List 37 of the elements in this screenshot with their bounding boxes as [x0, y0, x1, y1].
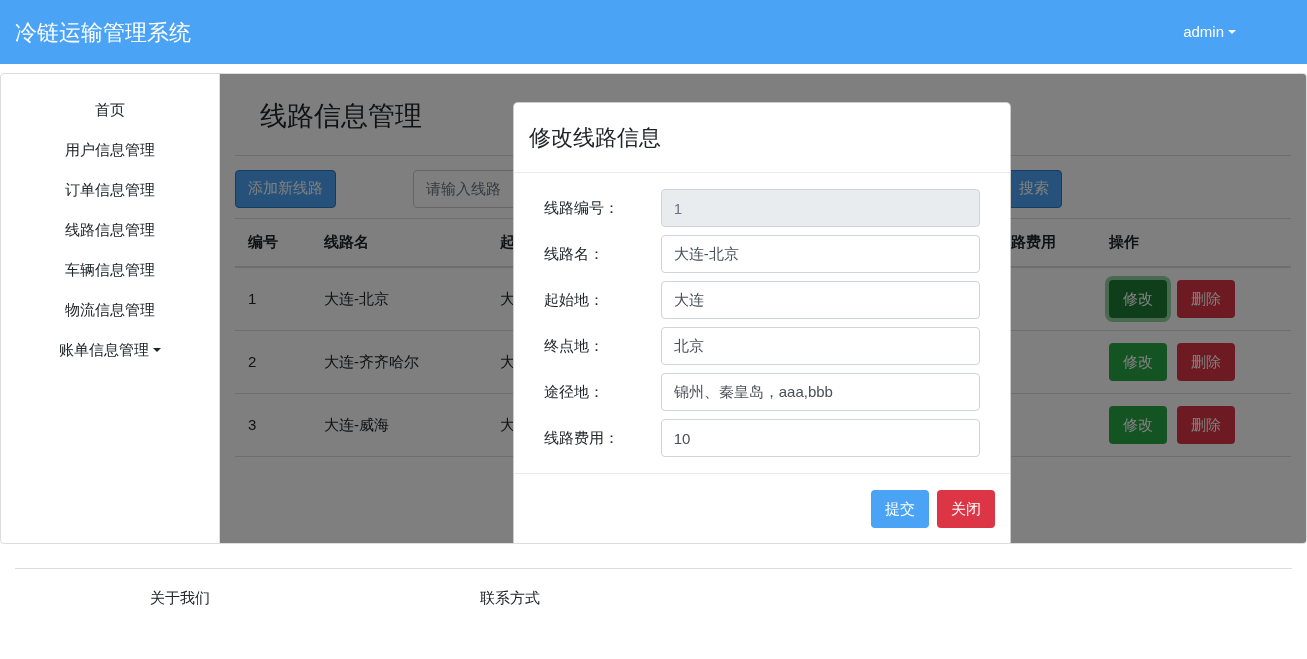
- table-cell: 大连-北京: [324, 289, 389, 307]
- app-title: 冷链运输管理系统: [15, 18, 191, 47]
- input-field[interactable]: 大连-北京: [660, 235, 980, 273]
- caret-icon: [153, 348, 161, 352]
- input-field[interactable]: 大连: [660, 281, 980, 319]
- sidebar-item[interactable]: 账单信息管理: [59, 330, 161, 370]
- column-header: 起: [500, 233, 515, 251]
- table-cell: 大连-齐齐哈尔: [324, 352, 419, 370]
- input-field[interactable]: 北京: [660, 327, 980, 365]
- footer-link[interactable]: 联系方式: [480, 587, 540, 610]
- dialog-title: 修改线路信息: [529, 124, 661, 152]
- caret-icon: [1228, 30, 1236, 34]
- column-header: 线路名: [324, 233, 369, 251]
- column-header: 操作: [1109, 233, 1139, 251]
- footer-link[interactable]: 关于我们: [150, 587, 210, 610]
- field-label: 线路名：: [544, 243, 605, 264]
- field-label: 线路费用：: [544, 427, 620, 448]
- input-field[interactable]: 锦州、秦皇岛，aaa,bbb: [660, 373, 980, 411]
- column-header: 编号: [248, 233, 278, 251]
- field-label: 终点地：: [544, 335, 605, 356]
- table-cell: 2: [248, 352, 257, 370]
- field-label: 线路编号：: [544, 197, 620, 218]
- column-header: 路费用: [1011, 233, 1056, 251]
- sidebar-item[interactable]: 订单信息管理: [65, 170, 155, 210]
- page-title: 线路信息管理: [260, 99, 422, 133]
- table-cell: 大连-威海: [324, 415, 389, 433]
- sidebar-item[interactable]: 首页: [95, 90, 125, 130]
- sidebar-item[interactable]: 物流信息管理: [65, 290, 155, 330]
- input-field[interactable]: 10: [660, 419, 980, 457]
- sidebar-item[interactable]: 用户信息管理: [65, 130, 155, 170]
- table-cell: 1: [248, 289, 257, 307]
- field-label: 起始地：: [544, 289, 605, 310]
- table-cell: 3: [248, 415, 257, 433]
- sidebar-item[interactable]: 线路信息管理: [65, 210, 155, 250]
- dialog-button[interactable]: 关闭: [937, 490, 995, 528]
- sidebar-item[interactable]: 车辆信息管理: [65, 250, 155, 290]
- field-label: 途径地：: [544, 381, 605, 402]
